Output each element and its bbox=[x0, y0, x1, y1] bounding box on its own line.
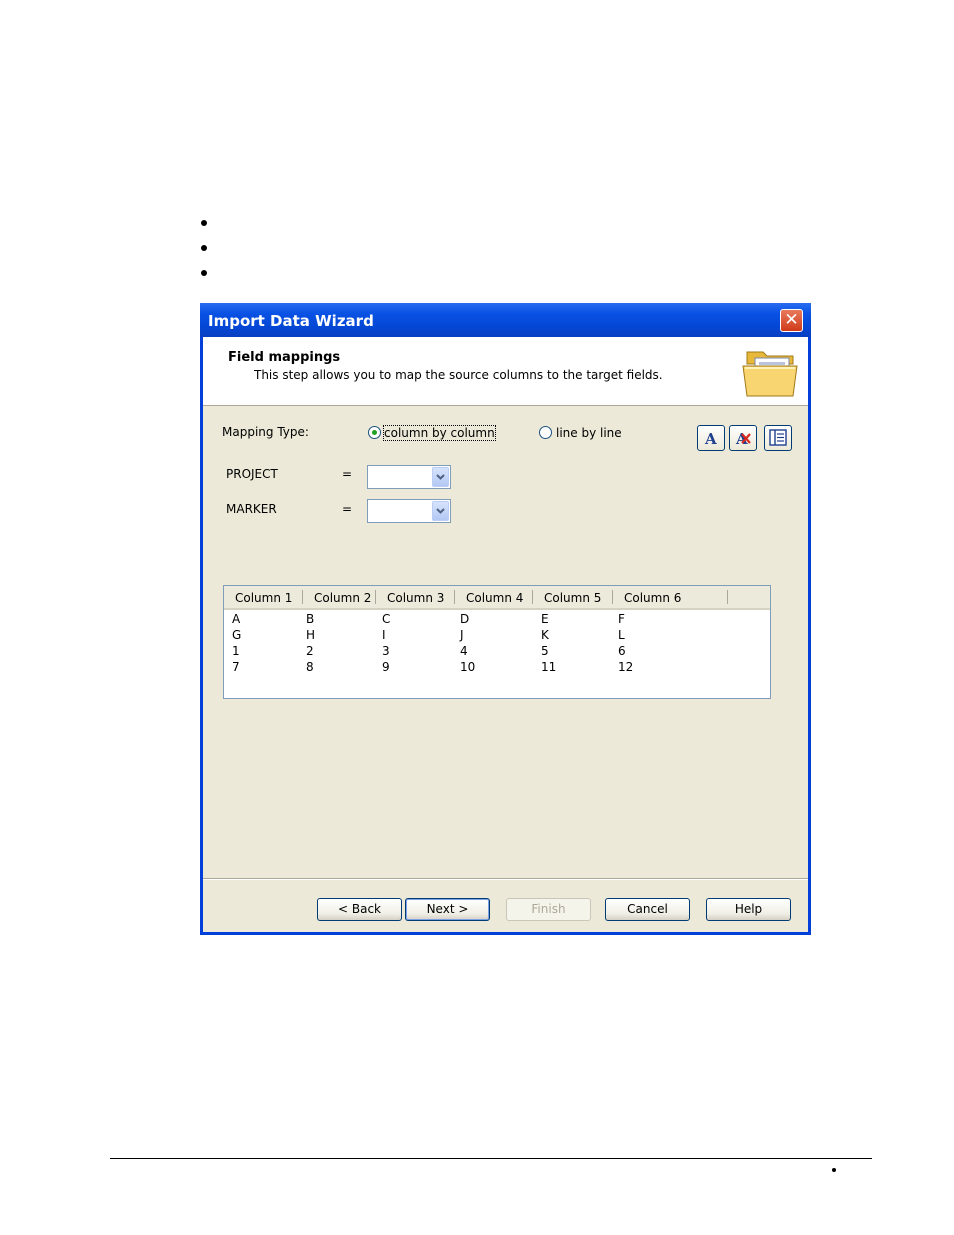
field-label-project: PROJECT bbox=[226, 467, 278, 481]
grid-header: Column 1 Column 2 Column 3 Column 4 Colu… bbox=[224, 586, 770, 610]
grid-cell: 9 bbox=[382, 660, 390, 674]
close-button[interactable]: ✕ bbox=[780, 309, 803, 332]
grid-cell: 6 bbox=[618, 644, 626, 658]
grid-cell: C bbox=[382, 612, 391, 626]
radio-label-column-by-column[interactable]: column by column bbox=[383, 425, 496, 441]
radio-line-by-line[interactable] bbox=[539, 426, 552, 439]
radio-selected-dot bbox=[372, 430, 377, 435]
font-button[interactable]: A bbox=[697, 425, 725, 451]
chevron-down-icon[interactable] bbox=[432, 501, 449, 521]
wizard-header: Field mappings This step allows you to m… bbox=[203, 337, 808, 406]
column-separator[interactable] bbox=[532, 590, 533, 604]
layout-icon bbox=[769, 429, 787, 446]
column-separator[interactable] bbox=[612, 590, 613, 604]
field-label-marker: MARKER bbox=[226, 502, 277, 516]
column-separator[interactable] bbox=[302, 590, 303, 604]
grid-cell: 1 bbox=[232, 644, 240, 658]
grid-cell: I bbox=[382, 628, 386, 642]
column-header[interactable]: Column 3 bbox=[387, 591, 444, 605]
marker-combo[interactable] bbox=[367, 499, 451, 523]
back-button[interactable]: < Back bbox=[317, 898, 402, 921]
finish-button: Finish bbox=[506, 898, 591, 921]
grid-cell: 2 bbox=[306, 644, 314, 658]
svg-text:A: A bbox=[704, 430, 717, 448]
title-bar[interactable]: Import Data Wizard ✕ bbox=[200, 303, 811, 337]
radio-label-line-by-line[interactable]: line by line bbox=[556, 426, 622, 440]
clear-font-button[interactable]: A bbox=[729, 425, 757, 451]
bullet-icon bbox=[201, 220, 207, 226]
grid-cell: B bbox=[306, 612, 315, 626]
grid-cell: E bbox=[541, 612, 549, 626]
column-separator[interactable] bbox=[727, 590, 728, 604]
grid-cell: K bbox=[541, 628, 549, 642]
folder-icon bbox=[742, 351, 798, 397]
grid-cell: 7 bbox=[232, 660, 240, 674]
dialog-client-area: Field mappings This step allows you to m… bbox=[203, 337, 808, 932]
column-header[interactable]: Column 1 bbox=[235, 591, 292, 605]
help-button[interactable]: Help bbox=[706, 898, 791, 921]
chevron-down-icon[interactable] bbox=[432, 467, 449, 487]
project-combo[interactable] bbox=[367, 465, 451, 489]
grid-cell: D bbox=[460, 612, 470, 626]
page-footer-rule bbox=[110, 1158, 872, 1159]
grid-cell: J bbox=[460, 628, 464, 642]
grid-cell: 8 bbox=[306, 660, 314, 674]
equals-sign: = bbox=[342, 502, 353, 516]
mapping-type-label: Mapping Type: bbox=[222, 425, 309, 439]
grid-cell: G bbox=[232, 628, 242, 642]
column-header[interactable]: Column 5 bbox=[544, 591, 601, 605]
clear-font-icon: A bbox=[735, 430, 751, 448]
grid-cell: A bbox=[232, 612, 241, 626]
source-preview-grid[interactable]: Column 1 Column 2 Column 3 Column 4 Colu… bbox=[223, 585, 771, 699]
bullet-icon bbox=[201, 245, 207, 251]
column-separator[interactable] bbox=[454, 590, 455, 604]
column-separator[interactable] bbox=[375, 590, 376, 604]
next-button[interactable]: Next > bbox=[405, 898, 490, 921]
step-title: Field mappings bbox=[228, 350, 341, 365]
grid-cell: L bbox=[618, 628, 625, 642]
footer-divider bbox=[203, 878, 808, 880]
footer-bullet-icon bbox=[832, 1168, 836, 1172]
column-header[interactable]: Column 4 bbox=[466, 591, 523, 605]
grid-cell: 10 bbox=[460, 660, 476, 674]
radio-column-by-column[interactable] bbox=[368, 426, 381, 439]
grid-cell: 3 bbox=[382, 644, 390, 658]
import-data-wizard-window: Import Data Wizard ✕ Field mappings This… bbox=[200, 303, 811, 935]
equals-sign: = bbox=[342, 467, 353, 481]
grid-cell: H bbox=[306, 628, 316, 642]
column-header[interactable]: Column 2 bbox=[314, 591, 371, 605]
grid-cell: 11 bbox=[541, 660, 557, 674]
bullet-icon bbox=[201, 270, 207, 276]
font-icon: A bbox=[704, 430, 717, 448]
step-description: This step allows you to map the source c… bbox=[254, 368, 663, 382]
layout-button[interactable] bbox=[764, 425, 792, 451]
cancel-button[interactable]: Cancel bbox=[605, 898, 690, 921]
grid-cell: 5 bbox=[541, 644, 549, 658]
grid-cell: 4 bbox=[460, 644, 468, 658]
window-title: Import Data Wizard bbox=[208, 312, 374, 330]
grid-cell: 12 bbox=[618, 660, 634, 674]
grid-cell: F bbox=[618, 612, 625, 626]
close-icon: ✕ bbox=[784, 310, 799, 330]
column-header[interactable]: Column 6 bbox=[624, 591, 681, 605]
